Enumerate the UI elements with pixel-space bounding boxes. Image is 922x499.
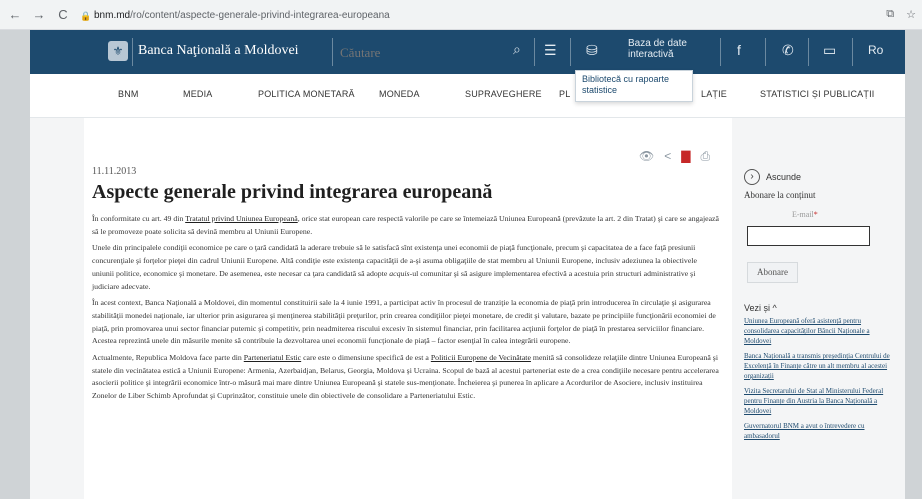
- language-switch[interactable]: Ro: [868, 43, 883, 57]
- nav-item-currency[interactable]: MONEDA: [379, 89, 420, 99]
- nav-item-bnm[interactable]: BNM: [118, 89, 139, 99]
- search-icon[interactable]: ⌕: [513, 41, 521, 58]
- url-host: bnm.md: [94, 10, 131, 21]
- page-content: 👁 < ▇ ⎙ 11.11.2013 Aspecte generale priv…: [30, 118, 905, 499]
- article-body: În conformitate cu art. 49 din Tratatul …: [92, 213, 720, 407]
- pdf-icon[interactable]: ▇: [681, 149, 690, 164]
- subscribe-title: Abonare la conținut: [744, 190, 816, 200]
- phone-icon[interactable]: ✆: [782, 42, 794, 59]
- treaty-link[interactable]: Tratatul privind Uniunea Europeană: [185, 214, 298, 223]
- article-date: 11.11.2013: [92, 166, 137, 177]
- site-header: ⚜ Banca Naţională a Moldovei ⌕ ☰ ⛁ Baza …: [30, 30, 905, 74]
- subscribe-button[interactable]: Abonare: [747, 262, 798, 283]
- main-nav: BNM MEDIA POLITICA MONETARĂ MONEDA SUPRA…: [30, 74, 905, 118]
- paragraph: În conformitate cu art. 49 din Tratatul …: [92, 214, 719, 236]
- divider: [570, 38, 571, 66]
- database-dropdown[interactable]: Bibliotecă cu rapoarte statistice: [575, 70, 693, 102]
- bank-logo-icon[interactable]: ⚜: [108, 41, 128, 61]
- url-path: /ro/content/aspecte-generale-privind-int…: [130, 10, 390, 21]
- divider: [720, 38, 721, 66]
- back-icon[interactable]: ←: [6, 6, 24, 24]
- nav-item-supervision[interactable]: SUPRAVEGHERE: [465, 89, 542, 99]
- address-bar[interactable]: 🔒 bnm.md /ro/content/aspecte-generale-pr…: [80, 6, 850, 25]
- chevron-right-icon: ›: [744, 169, 760, 185]
- sidebar: › Ascunde Abonare la conținut E-mail* Ab…: [740, 118, 905, 499]
- related-link[interactable]: Uniunea Europeană oferă asistență pentru…: [744, 316, 894, 346]
- bank-name[interactable]: Banca Naţională a Moldovei: [138, 43, 299, 59]
- share-icon[interactable]: <: [664, 149, 671, 164]
- interactive-database-link[interactable]: Baza de date interactivă: [628, 38, 698, 60]
- divider: [765, 38, 766, 66]
- facebook-icon[interactable]: f: [737, 42, 741, 58]
- article: 👁 < ▇ ⎙ 11.11.2013 Aspecte generale priv…: [84, 118, 732, 499]
- paragraph: În acest context, Banca Naţională a Mold…: [92, 298, 716, 346]
- list-icon[interactable]: ☰: [544, 42, 557, 59]
- nav-item-statistics[interactable]: STATISTICI ȘI PUBLICAȚII: [760, 89, 874, 99]
- statistics-library-link[interactable]: Bibliotecă cu rapoarte statistice: [582, 74, 669, 95]
- eastern-partnership-link[interactable]: Parteneriatul Estic: [244, 353, 301, 362]
- search-input[interactable]: [340, 43, 534, 63]
- eye-icon[interactable]: 👁: [639, 149, 654, 164]
- paragraph: Unele din principalele condiţii economic…: [92, 243, 697, 291]
- article-tools: 👁 < ▇ ⎙: [639, 149, 710, 164]
- divider: [132, 38, 133, 66]
- related-links: Uniunea Europeană oferă asistență pentru…: [744, 316, 894, 446]
- nav-item-circulation[interactable]: LAȚIE: [701, 89, 727, 99]
- hide-toggle[interactable]: › Ascunde: [744, 169, 801, 185]
- divider: [808, 38, 809, 66]
- divider: [534, 38, 535, 66]
- nav-item-monetary-policy[interactable]: POLITICA MONETARĂ: [258, 89, 355, 99]
- nav-item-media[interactable]: MEDIA: [183, 89, 213, 99]
- related-link[interactable]: Vizita Secretarului de Stat al Ministeru…: [744, 386, 894, 416]
- website: ⚜ Banca Naţională a Moldovei ⌕ ☰ ⛁ Baza …: [30, 30, 905, 499]
- related-link[interactable]: Guvernatorul BNM a avut o întrevedere cu…: [744, 421, 894, 441]
- related-link[interactable]: Banca Națională a transmis președinția C…: [744, 351, 894, 381]
- nav-item-payments[interactable]: PL: [559, 89, 570, 99]
- neighbourhood-policy-link[interactable]: Politicii Europene de Vecinătate: [431, 353, 531, 362]
- browser-toolbar: ← → C 🔒 bnm.md /ro/content/aspecte-gener…: [0, 0, 922, 30]
- lock-icon: 🔒: [80, 10, 92, 21]
- bookmark-star-icon[interactable]: ☆: [906, 8, 916, 21]
- translate-icon[interactable]: ⧉: [886, 8, 894, 21]
- hide-label: Ascunde: [766, 172, 802, 182]
- see-also-heading[interactable]: Vezi și ^: [744, 303, 777, 313]
- divider: [852, 38, 853, 66]
- database-icon[interactable]: ⛁: [586, 42, 598, 59]
- forward-icon[interactable]: →: [30, 6, 48, 24]
- divider: [332, 38, 333, 66]
- email-field[interactable]: [747, 226, 870, 246]
- reload-icon[interactable]: C: [54, 6, 72, 24]
- paragraph: Actualmente, Republica Moldova face part…: [92, 353, 719, 401]
- print-icon[interactable]: ⎙: [700, 149, 710, 164]
- email-label: E-mail*: [792, 210, 818, 219]
- article-title: Aspecte generale privind integrarea euro…: [92, 181, 493, 203]
- feedback-icon[interactable]: ▭: [823, 42, 836, 59]
